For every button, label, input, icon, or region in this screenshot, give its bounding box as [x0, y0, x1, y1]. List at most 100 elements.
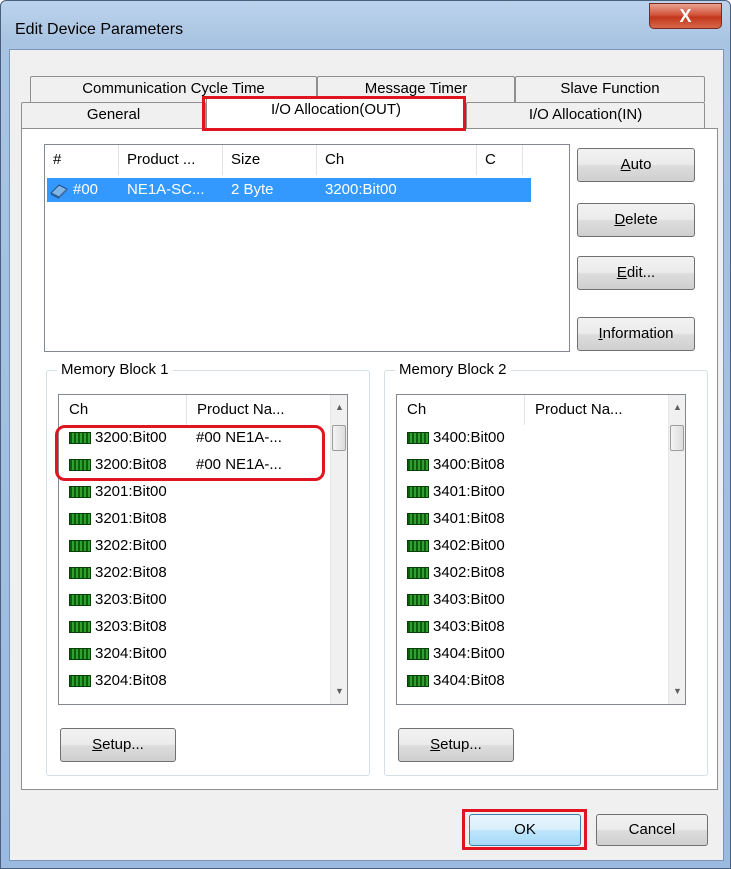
column-product[interactable]: Product ... [119, 145, 223, 175]
memory-row-ch: 3403:Bit08 [433, 618, 505, 635]
tab-label: General [86, 106, 141, 123]
column-ch[interactable]: Ch [59, 395, 187, 425]
memory-row[interactable]: 3402:Bit08 [397, 562, 685, 584]
memory-chip-icon [69, 675, 91, 687]
column-product-name[interactable]: Product Na... [187, 395, 332, 425]
ok-button-highlight [462, 809, 587, 850]
memory-chip-icon [407, 648, 429, 660]
column-c[interactable]: C [477, 145, 523, 175]
memory-row[interactable]: 3204:Bit08 [59, 670, 347, 692]
device-list-header: # Product ... Size Ch C [45, 145, 569, 175]
edit-device-parameters-dialog: Edit Device Parameters X Communication C… [0, 0, 731, 869]
memory-row[interactable]: 3203:Bit00 [59, 589, 347, 611]
tab-label: Message Timer [364, 80, 468, 97]
memory-chip-icon [69, 540, 91, 552]
close-icon: X [679, 6, 692, 26]
auto-button[interactable]: Auto [577, 148, 695, 182]
memory-block-2-title: Memory Block 2 [395, 361, 511, 378]
button-label: etup... [440, 736, 482, 753]
memory-chip-icon [69, 594, 91, 606]
memory-row-ch: 3204:Bit08 [95, 672, 167, 689]
tab-panel-io-allocation-out: # Product ... Size Ch C #00 NE1A-SC... 2… [21, 128, 718, 790]
memory-chip-icon [69, 486, 91, 498]
memory-block-1-setup-button[interactable]: Setup... [60, 728, 176, 762]
memory-block-2-group: Memory Block 2 Ch Product Na... 3400:Bit… [384, 361, 708, 776]
memory-row-ch: 3203:Bit08 [95, 618, 167, 635]
memory-block-1-scrollbar[interactable]: ▲ ▼ [330, 395, 347, 704]
edit-button[interactable]: Edit... [577, 256, 695, 290]
button-label: Cancel [628, 821, 676, 838]
device-product: NE1A-SC... [127, 181, 205, 198]
memory-row-ch: 3204:Bit00 [95, 645, 167, 662]
information-button[interactable]: Information [577, 317, 695, 351]
memory-row-ch: 3402:Bit08 [433, 564, 505, 581]
memory-row[interactable]: 3201:Bit08 [59, 508, 347, 530]
memory-block-2-list[interactable]: Ch Product Na... 3400:Bit00 3400:Bit08 340… [396, 394, 686, 705]
memory-row[interactable]: 3400:Bit08 [397, 454, 685, 476]
device-icon [49, 181, 69, 199]
device-ch: 3200:Bit00 [325, 181, 397, 198]
button-mnemonic: S [430, 736, 441, 753]
button-mnemonic: E [616, 264, 627, 281]
column-number[interactable]: # [45, 145, 119, 175]
column-ch[interactable]: Ch [397, 395, 525, 425]
memory-row[interactable]: 3401:Bit00 [397, 481, 685, 503]
memory-chip-icon [407, 621, 429, 633]
memory-row-ch: 3401:Bit08 [433, 510, 505, 527]
memory-row[interactable]: 3404:Bit08 [397, 670, 685, 692]
scroll-up-arrow-icon[interactable]: ▲ [331, 399, 347, 416]
button-label: uto [630, 156, 652, 173]
button-label: elete [625, 211, 658, 228]
column-product-name[interactable]: Product Na... [525, 395, 670, 425]
memory-rows-highlight [55, 425, 325, 481]
title-bar[interactable]: Edit Device Parameters X [1, 1, 730, 41]
tab-io-allocation-in[interactable]: I/O Allocation(IN) [466, 102, 705, 129]
scrollbar-thumb[interactable] [670, 425, 684, 451]
memory-row[interactable]: 3401:Bit08 [397, 508, 685, 530]
active-tab-highlight [202, 96, 466, 131]
memory-chip-icon [407, 540, 429, 552]
memory-row[interactable]: 3404:Bit00 [397, 643, 685, 665]
scroll-down-arrow-icon[interactable]: ▼ [331, 683, 347, 700]
memory-row-ch: 3201:Bit00 [95, 483, 167, 500]
memory-chip-icon [407, 459, 429, 471]
button-mnemonic: S [92, 736, 103, 753]
memory-row[interactable]: 3403:Bit08 [397, 616, 685, 638]
tab-general[interactable]: General [21, 102, 206, 129]
memory-row-ch: 3404:Bit00 [433, 645, 505, 662]
close-button[interactable]: X [649, 3, 722, 29]
delete-button[interactable]: Delete [577, 203, 695, 237]
memory-row[interactable]: 3402:Bit00 [397, 535, 685, 557]
button-label: dit... [626, 264, 656, 281]
memory-chip-icon [69, 648, 91, 660]
memory-row[interactable]: 3202:Bit00 [59, 535, 347, 557]
column-size[interactable]: Size [223, 145, 317, 175]
scroll-down-arrow-icon[interactable]: ▼ [669, 683, 685, 700]
memory-row[interactable]: 3203:Bit08 [59, 616, 347, 638]
cancel-button[interactable]: Cancel [596, 814, 708, 846]
device-row-selected[interactable]: #00 NE1A-SC... 2 Byte 3200:Bit00 [47, 178, 531, 202]
scrollbar-thumb[interactable] [332, 425, 346, 451]
tab-slave-function[interactable]: Slave Function [515, 76, 705, 102]
memory-row[interactable]: 3403:Bit00 [397, 589, 685, 611]
memory-row-ch: 3203:Bit00 [95, 591, 167, 608]
memory-chip-icon [407, 432, 429, 444]
memory-chip-icon [407, 594, 429, 606]
scroll-up-arrow-icon[interactable]: ▲ [669, 399, 685, 416]
column-ch[interactable]: Ch [317, 145, 477, 175]
button-label: nformation [602, 325, 674, 342]
memory-row-ch: 3400:Bit00 [433, 429, 505, 446]
device-list[interactable]: # Product ... Size Ch C #00 NE1A-SC... 2… [44, 144, 570, 352]
memory-block-1-header: Ch Product Na... [59, 395, 347, 425]
memory-row-ch: 3201:Bit08 [95, 510, 167, 527]
memory-row[interactable]: 3400:Bit00 [397, 427, 685, 449]
memory-row-ch: 3400:Bit08 [433, 456, 505, 473]
memory-block-2-scrollbar[interactable]: ▲ ▼ [668, 395, 685, 704]
memory-chip-icon [407, 675, 429, 687]
memory-row[interactable]: 3204:Bit00 [59, 643, 347, 665]
memory-block-2-setup-button[interactable]: Setup... [398, 728, 514, 762]
memory-row[interactable]: 3201:Bit00 [59, 481, 347, 503]
button-mnemonic: A [620, 156, 631, 173]
memory-row[interactable]: 3202:Bit08 [59, 562, 347, 584]
dialog-title: Edit Device Parameters [15, 21, 184, 38]
